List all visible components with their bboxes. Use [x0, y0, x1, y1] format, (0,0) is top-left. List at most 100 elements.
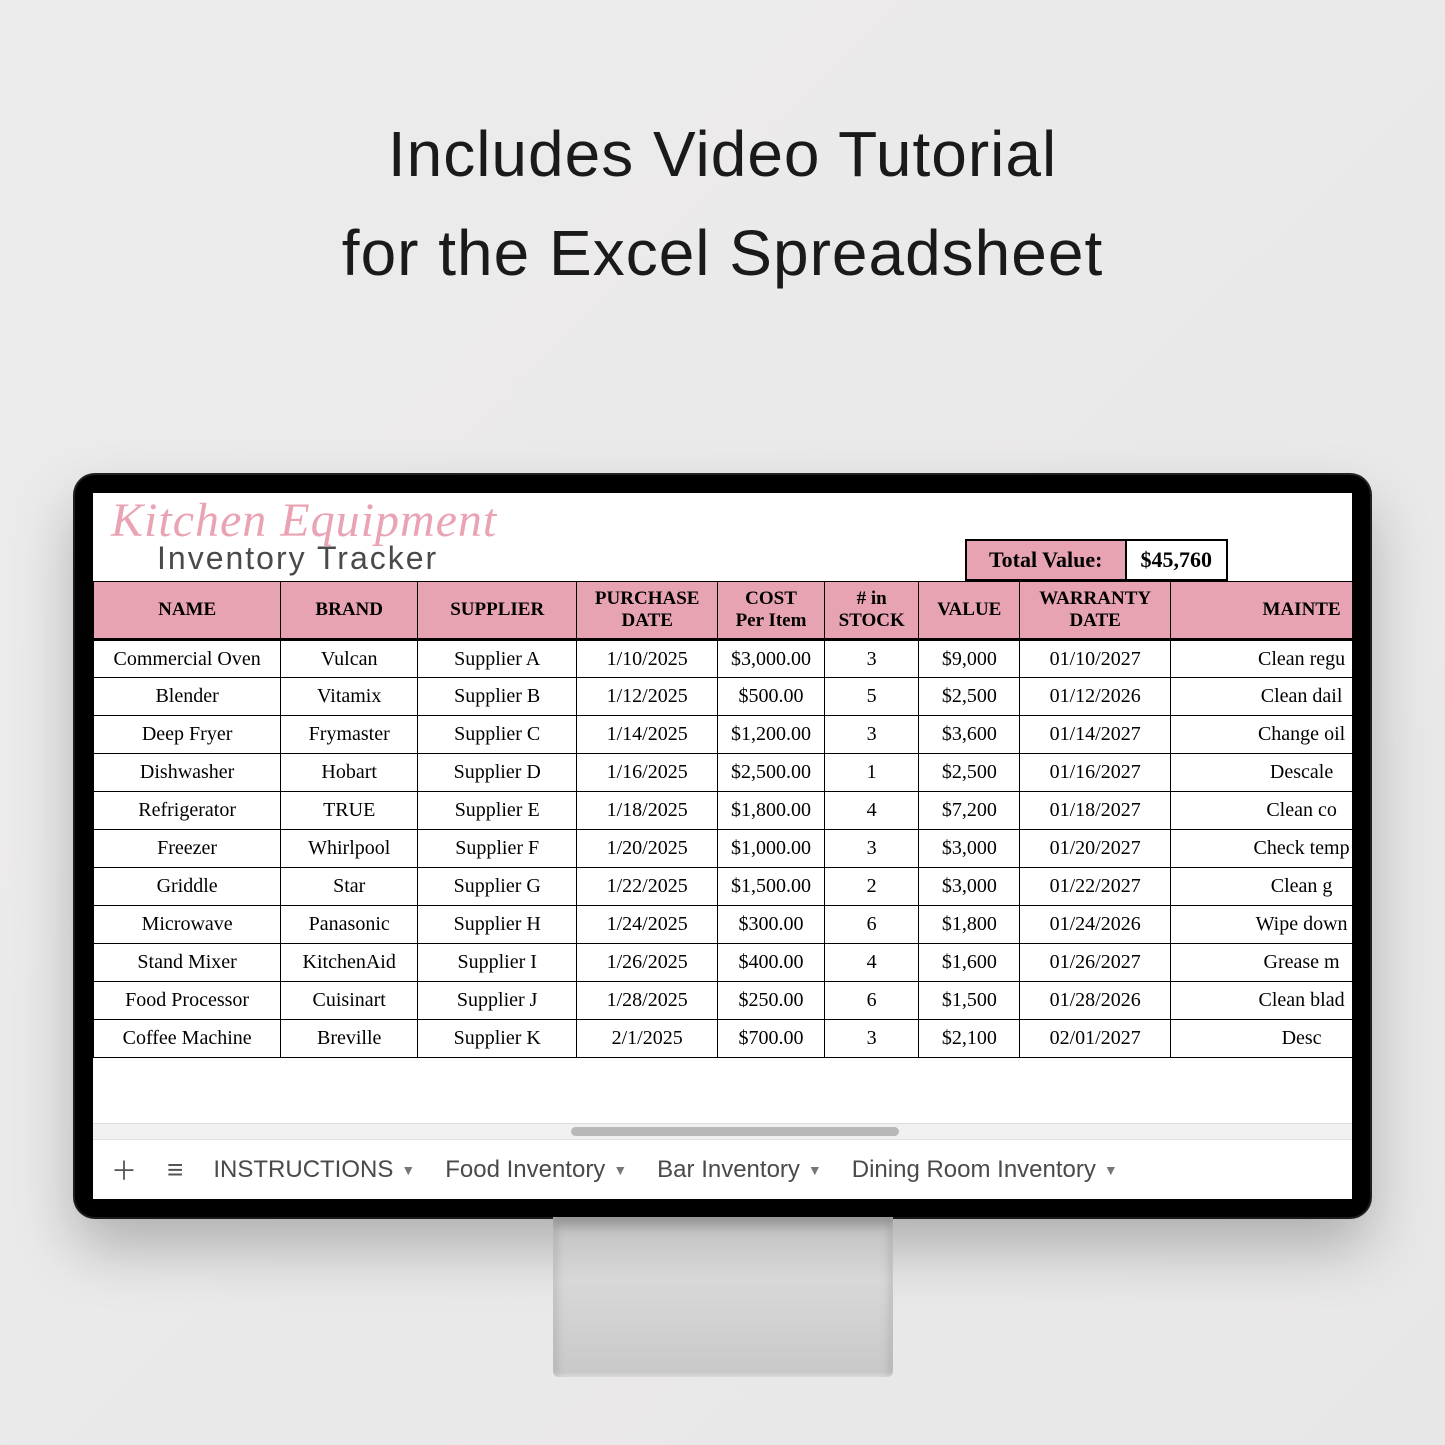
cell-name[interactable]: Blender — [94, 678, 281, 716]
tab-food-inventory[interactable]: Food Inventory ▼ — [445, 1156, 627, 1184]
cell-warranty[interactable]: 01/16/2027 — [1020, 754, 1171, 792]
cell-warranty[interactable]: 02/01/2027 — [1020, 1020, 1171, 1058]
cell-cost[interactable]: $400.00 — [718, 944, 825, 982]
cell-brand[interactable]: Vulcan — [281, 640, 418, 678]
table-row[interactable]: BlenderVitamixSupplier B1/12/2025$500.00… — [94, 678, 1353, 716]
cell-value[interactable]: $2,500 — [919, 754, 1020, 792]
cell-name[interactable]: Freezer — [94, 830, 281, 868]
cell-value[interactable]: $3,000 — [919, 830, 1020, 868]
cell-brand[interactable]: Hobart — [281, 754, 418, 792]
cell-name[interactable]: Stand Mixer — [94, 944, 281, 982]
add-sheet-icon[interactable]: ＋ — [111, 1151, 137, 1188]
table-row[interactable]: Coffee MachineBrevilleSupplier K2/1/2025… — [94, 1020, 1353, 1058]
cell-cost[interactable]: $250.00 — [718, 982, 825, 1020]
cell-warranty[interactable]: 01/28/2026 — [1020, 982, 1171, 1020]
cell-supplier[interactable]: Supplier H — [418, 906, 577, 944]
cell-warranty[interactable]: 01/20/2027 — [1020, 830, 1171, 868]
col-name[interactable]: NAME — [94, 582, 281, 640]
cell-name[interactable]: Deep Fryer — [94, 716, 281, 754]
tab-bar-inventory[interactable]: Bar Inventory ▼ — [657, 1156, 822, 1184]
cell-pdate[interactable]: 1/16/2025 — [577, 754, 718, 792]
cell-value[interactable]: $1,600 — [919, 944, 1020, 982]
cell-pdate[interactable]: 1/20/2025 — [577, 830, 718, 868]
cell-maint[interactable]: Desc — [1171, 1020, 1352, 1058]
cell-supplier[interactable]: Supplier F — [418, 830, 577, 868]
cell-brand[interactable]: TRUE — [281, 792, 418, 830]
cell-cost[interactable]: $1,500.00 — [718, 868, 825, 906]
cell-pdate[interactable]: 1/10/2025 — [577, 640, 718, 678]
cell-stock[interactable]: 3 — [824, 716, 919, 754]
cell-maint[interactable]: Check temp — [1171, 830, 1352, 868]
cell-supplier[interactable]: Supplier A — [418, 640, 577, 678]
cell-brand[interactable]: Frymaster — [281, 716, 418, 754]
col-warranty[interactable]: WARRANTYDATE — [1020, 582, 1171, 640]
cell-brand[interactable]: Vitamix — [281, 678, 418, 716]
table-row[interactable]: Stand MixerKitchenAidSupplier I1/26/2025… — [94, 944, 1353, 982]
cell-maint[interactable]: Clean dail — [1171, 678, 1352, 716]
cell-brand[interactable]: Whirlpool — [281, 830, 418, 868]
cell-maint[interactable]: Change oil — [1171, 716, 1352, 754]
cell-stock[interactable]: 3 — [824, 640, 919, 678]
inventory-table[interactable]: NAME BRAND SUPPLIER PURCHASEDATE COSTPer… — [93, 581, 1352, 1058]
cell-stock[interactable]: 5 — [824, 678, 919, 716]
cell-pdate[interactable]: 1/26/2025 — [577, 944, 718, 982]
cell-name[interactable]: Microwave — [94, 906, 281, 944]
cell-value[interactable]: $7,200 — [919, 792, 1020, 830]
all-sheets-icon[interactable]: ≡ — [167, 1156, 183, 1184]
cell-cost[interactable]: $300.00 — [718, 906, 825, 944]
table-row[interactable]: Deep FryerFrymasterSupplier C1/14/2025$1… — [94, 716, 1353, 754]
cell-stock[interactable]: 2 — [824, 868, 919, 906]
cell-name[interactable]: Refrigerator — [94, 792, 281, 830]
cell-value[interactable]: $1,500 — [919, 982, 1020, 1020]
cell-brand[interactable]: Breville — [281, 1020, 418, 1058]
cell-supplier[interactable]: Supplier J — [418, 982, 577, 1020]
cell-value[interactable]: $9,000 — [919, 640, 1020, 678]
cell-supplier[interactable]: Supplier C — [418, 716, 577, 754]
cell-supplier[interactable]: Supplier B — [418, 678, 577, 716]
cell-warranty[interactable]: 01/10/2027 — [1020, 640, 1171, 678]
cell-value[interactable]: $2,500 — [919, 678, 1020, 716]
cell-name[interactable]: Griddle — [94, 868, 281, 906]
cell-maint[interactable]: Grease m — [1171, 944, 1352, 982]
cell-pdate[interactable]: 1/28/2025 — [577, 982, 718, 1020]
table-row[interactable]: GriddleStarSupplier G1/22/2025$1,500.002… — [94, 868, 1353, 906]
col-purchase-date[interactable]: PURCHASEDATE — [577, 582, 718, 640]
table-viewport[interactable]: NAME BRAND SUPPLIER PURCHASEDATE COSTPer… — [93, 581, 1352, 1199]
cell-name[interactable]: Food Processor — [94, 982, 281, 1020]
col-stock[interactable]: # inSTOCK — [824, 582, 919, 640]
col-value[interactable]: VALUE — [919, 582, 1020, 640]
cell-value[interactable]: $3,600 — [919, 716, 1020, 754]
col-supplier[interactable]: SUPPLIER — [418, 582, 577, 640]
cell-pdate[interactable]: 2/1/2025 — [577, 1020, 718, 1058]
cell-cost[interactable]: $1,200.00 — [718, 716, 825, 754]
cell-value[interactable]: $2,100 — [919, 1020, 1020, 1058]
cell-value[interactable]: $1,800 — [919, 906, 1020, 944]
cell-pdate[interactable]: 1/14/2025 — [577, 716, 718, 754]
table-row[interactable]: RefrigeratorTRUESupplier E1/18/2025$1,80… — [94, 792, 1353, 830]
col-brand[interactable]: BRAND — [281, 582, 418, 640]
cell-warranty[interactable]: 01/22/2027 — [1020, 868, 1171, 906]
table-row[interactable]: Food ProcessorCuisinartSupplier J1/28/20… — [94, 982, 1353, 1020]
horizontal-scrollbar[interactable] — [93, 1123, 1352, 1139]
cell-maint[interactable]: Clean regu — [1171, 640, 1352, 678]
table-row[interactable]: MicrowavePanasonicSupplier H1/24/2025$30… — [94, 906, 1353, 944]
cell-name[interactable]: Commercial Oven — [94, 640, 281, 678]
table-row[interactable]: FreezerWhirlpoolSupplier F1/20/2025$1,00… — [94, 830, 1353, 868]
cell-warranty[interactable]: 01/18/2027 — [1020, 792, 1171, 830]
cell-brand[interactable]: KitchenAid — [281, 944, 418, 982]
scrollbar-thumb[interactable] — [571, 1127, 898, 1136]
table-row[interactable]: Commercial OvenVulcanSupplier A1/10/2025… — [94, 640, 1353, 678]
cell-maint[interactable]: Clean blad — [1171, 982, 1352, 1020]
cell-supplier[interactable]: Supplier G — [418, 868, 577, 906]
cell-stock[interactable]: 1 — [824, 754, 919, 792]
cell-warranty[interactable]: 01/12/2026 — [1020, 678, 1171, 716]
cell-cost[interactable]: $3,000.00 — [718, 640, 825, 678]
cell-cost[interactable]: $500.00 — [718, 678, 825, 716]
cell-pdate[interactable]: 1/12/2025 — [577, 678, 718, 716]
cell-stock[interactable]: 3 — [824, 830, 919, 868]
cell-cost[interactable]: $1,800.00 — [718, 792, 825, 830]
tab-instructions[interactable]: INSTRUCTIONS ▼ — [213, 1156, 415, 1184]
cell-value[interactable]: $3,000 — [919, 868, 1020, 906]
col-maintenance[interactable]: MAINTE — [1171, 582, 1352, 640]
cell-brand[interactable]: Cuisinart — [281, 982, 418, 1020]
